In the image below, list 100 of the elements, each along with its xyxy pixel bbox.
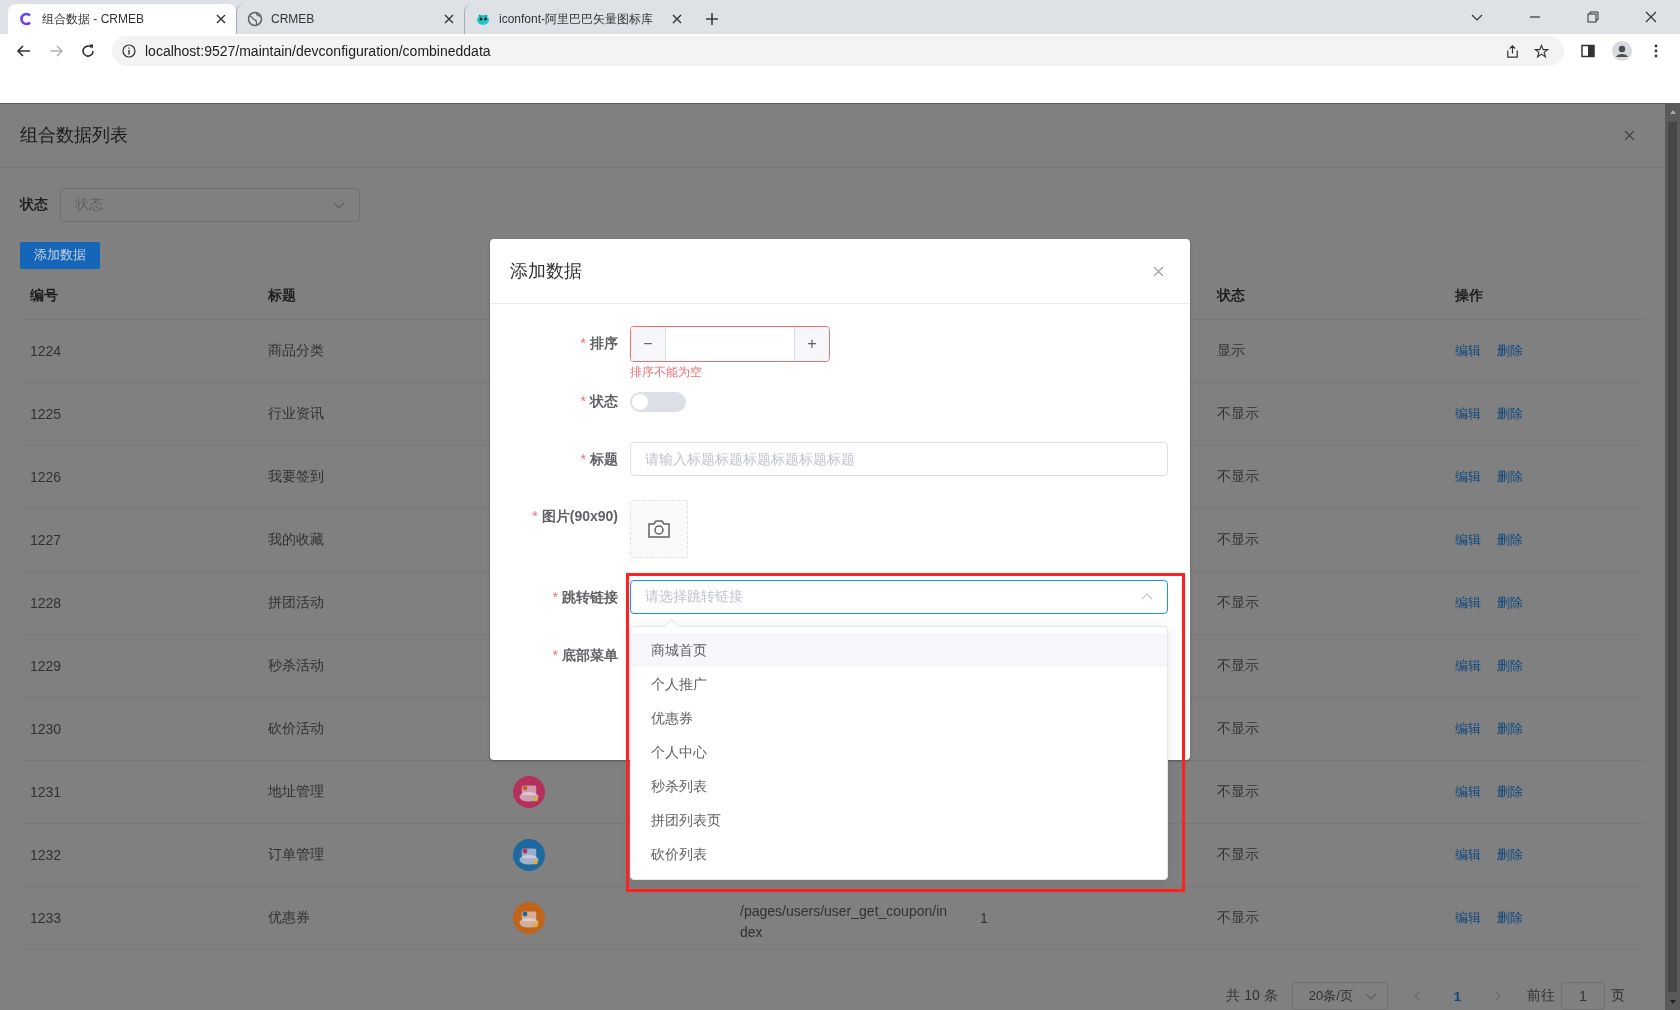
table-cell-text: 1232 (29, 846, 63, 865)
browser-tab[interactable]: 组合数据 - CRMEB (8, 4, 236, 34)
dropdown-option[interactable]: 拼团列表页 (631, 803, 1167, 837)
tab-title: CRMEB (271, 12, 315, 26)
table-cell-text: 我的收藏 (267, 530, 325, 549)
action-link[interactable]: 编辑 (1455, 594, 1481, 612)
dropdown-option[interactable]: 个人中心 (631, 735, 1167, 769)
total-count: 共 10 条 (1226, 987, 1278, 1005)
table-cell-text: 商品分类 (267, 341, 325, 360)
table-cell-text: 1230 (29, 720, 63, 739)
image-upload[interactable] (630, 500, 688, 558)
table-cell-text: 1225 (29, 405, 63, 424)
page-size-select[interactable]: 20条/页 (1291, 982, 1388, 1010)
table-cell-text: 不显示 (1216, 656, 1260, 675)
table-cell-text: 不显示 (1216, 845, 1260, 864)
action-link[interactable]: 编辑 (1455, 342, 1481, 360)
page-input[interactable]: 1 (1561, 982, 1605, 1010)
table-cell-text: 显示 (1216, 341, 1246, 360)
close-icon[interactable] (444, 14, 454, 24)
table-cell-text: 1226 (29, 468, 63, 487)
field-label: * 图片(90x90) (532, 508, 618, 526)
add-data-button[interactable]: 添加数据 (20, 241, 100, 269)
goto-label: 前往 (1527, 987, 1555, 1005)
dropdown-option[interactable]: 商城首页 (631, 633, 1167, 667)
logo-icon (18, 11, 34, 27)
column-header: 状态 (1215, 287, 1246, 305)
action-link[interactable]: 编辑 (1455, 720, 1481, 738)
info-icon[interactable] (122, 44, 136, 58)
dropdown-option[interactable]: 优惠券 (631, 701, 1167, 735)
decrease-button[interactable]: − (631, 327, 666, 361)
table-cell-text: 1 (979, 909, 989, 928)
page-unit: 页 (1611, 987, 1625, 1005)
action-link[interactable]: 编辑 (1455, 531, 1481, 549)
action-link[interactable]: 删除 (1497, 909, 1523, 927)
action-link[interactable]: 编辑 (1455, 657, 1481, 675)
action-link[interactable]: 删除 (1497, 720, 1523, 738)
action-link[interactable]: 编辑 (1455, 783, 1481, 801)
restore-icon[interactable] (1587, 11, 1599, 23)
browser-tab[interactable]: iconfont-阿里巴巴矢量图标库 (464, 4, 692, 34)
address-bar[interactable]: localhost:9527/maintain/devconfiguration/combineddata (112, 36, 1564, 66)
tab-title: 组合数据 - CRMEB (42, 10, 144, 28)
browser-tab[interactable]: CRMEB (236, 4, 464, 34)
field-label: * 状态 (580, 393, 618, 411)
error-message: 排序不能为空 (630, 364, 702, 381)
dropdown-option[interactable]: 砍价列表 (631, 837, 1167, 871)
table-cell-text: 1228 (29, 594, 63, 613)
share-icon[interactable] (1505, 43, 1520, 59)
link-select[interactable]: 请选择跳转链接 (630, 580, 1168, 614)
page-title: 组合数据列表 (20, 124, 128, 148)
table-cell-text: 拼团活动 (267, 593, 325, 612)
table-cell-text: 1229 (29, 657, 63, 676)
close-icon[interactable] (216, 14, 226, 24)
action-link[interactable]: 删除 (1497, 846, 1523, 864)
increase-button[interactable]: + (794, 327, 829, 361)
column-header: 操作 (1454, 287, 1484, 305)
action-link[interactable]: 删除 (1497, 657, 1523, 675)
close-icon[interactable] (1645, 11, 1657, 23)
dropdown-option[interactable]: 秒杀列表 (631, 769, 1167, 803)
close-icon[interactable] (672, 14, 682, 24)
action-link[interactable]: 编辑 (1455, 846, 1481, 864)
action-link[interactable]: 编辑 (1455, 405, 1481, 423)
table-cell-text: 秒杀活动 (267, 656, 325, 675)
table-cell-text: 1231 (29, 783, 63, 802)
page-number[interactable]: 1 (1445, 988, 1469, 1004)
star-icon[interactable] (1534, 43, 1549, 59)
action-link[interactable]: 编辑 (1455, 909, 1481, 927)
tab-title: iconfont-阿里巴巴矢量图标库 (499, 10, 654, 28)
table-cell-text: 不显示 (1216, 908, 1260, 927)
table-cell-text: 我要签到 (267, 467, 325, 486)
action-link[interactable]: 删除 (1497, 405, 1523, 423)
reload-icon[interactable] (80, 43, 96, 59)
action-link[interactable]: 删除 (1497, 594, 1523, 612)
toggle-switch[interactable] (630, 392, 686, 412)
camera-icon (647, 519, 671, 539)
table-cell-text: 订单管理 (267, 845, 325, 864)
column-header: 编号 (29, 287, 59, 305)
title-input[interactable]: 请输入标题标题标题标题标题标题 (630, 442, 1168, 476)
table-cell-text: 不显示 (1216, 467, 1260, 486)
action-link[interactable]: 删除 (1497, 468, 1523, 486)
field-label: * 跳转链接 (552, 589, 618, 607)
new-tab-icon[interactable] (706, 13, 718, 25)
dialog-title: 添加数据 (510, 260, 582, 283)
field-label: * 底部菜单 (552, 647, 618, 665)
action-link[interactable]: 删除 (1497, 531, 1523, 549)
scrollbar[interactable] (1665, 104, 1680, 1010)
action-link[interactable]: 删除 (1497, 783, 1523, 801)
back-icon[interactable] (16, 43, 32, 59)
table-cell-text: 1233 (29, 909, 63, 928)
side-panel-icon[interactable] (1580, 43, 1596, 59)
action-link[interactable]: 编辑 (1455, 468, 1481, 486)
table-cell-text: 不显示 (1216, 719, 1260, 738)
table-cell-text: 1227 (29, 531, 63, 550)
field-label: * 标题 (580, 451, 618, 469)
dropdown-option[interactable]: 个人推广 (631, 667, 1167, 701)
table-cell-text: 优惠券 (267, 908, 311, 927)
profile-icon[interactable] (1612, 41, 1632, 61)
table-cell-text: 不显示 (1216, 593, 1260, 612)
action-link[interactable]: 删除 (1497, 342, 1523, 360)
number-input[interactable]: − + (630, 326, 830, 362)
column-header: 标题 (267, 287, 297, 305)
